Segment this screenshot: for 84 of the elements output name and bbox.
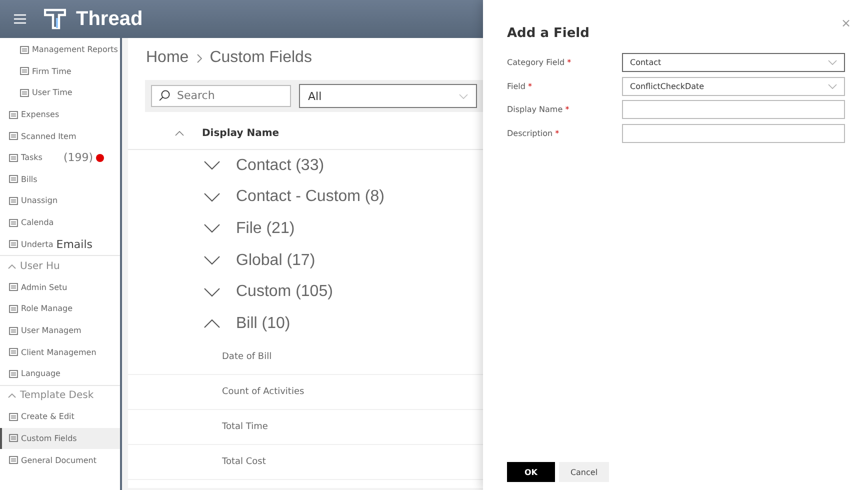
chevron-right-icon — [196, 54, 202, 62]
sidebar-item[interactable]: Admin Setu — [0, 276, 120, 298]
chevron-down-icon — [204, 192, 220, 202]
group-row[interactable]: Contact (33) — [128, 150, 483, 182]
section-heading: User Hu — [20, 260, 60, 272]
sidebar-item[interactable]: Management Reports — [0, 39, 120, 61]
chevron-up-icon — [8, 393, 16, 398]
field-label: Category Field * — [507, 58, 572, 68]
sidebar-item[interactable]: Firm Time — [0, 60, 120, 82]
panel-title: Add a Field — [507, 26, 590, 41]
item-icon — [20, 88, 29, 97]
item-icon — [9, 240, 18, 248]
menu-icon — [14, 14, 26, 24]
table-cell: Total Cost — [222, 456, 266, 467]
notification-dot — [96, 154, 104, 162]
item-icon — [9, 370, 18, 378]
chevron-down-icon — [204, 161, 220, 170]
item-icon — [9, 304, 18, 313]
item-icon — [9, 434, 18, 442]
chevron-down-icon — [828, 84, 837, 89]
sidebar-item[interactable]: Calenda — [0, 212, 120, 234]
chevron-up-icon — [8, 264, 16, 269]
count-label: (199) — [63, 151, 94, 164]
item-icon — [20, 46, 29, 54]
field-label: Description * — [507, 128, 560, 138]
chevron-down-icon — [204, 288, 220, 297]
item-icon — [9, 110, 18, 119]
dropdown-field[interactable]: ConflictCheckDate — [622, 76, 845, 96]
section-heading: Template Desk — [20, 390, 94, 402]
group-row[interactable]: Global (17) — [128, 244, 483, 276]
item-icon — [9, 412, 18, 421]
item-icon — [9, 175, 18, 184]
item-icon — [9, 196, 18, 205]
sidebar-item[interactable]: Tasks (199) — [0, 146, 120, 169]
sidebar-item[interactable]: Scanned Item — [0, 125, 120, 147]
input-field[interactable] — [622, 124, 845, 143]
sidebar-item[interactable]: Role Manage — [0, 298, 120, 320]
column-header[interactable]: Display Name — [202, 128, 280, 138]
item-icon — [9, 132, 18, 140]
item-icon — [9, 154, 18, 162]
sidebar-item[interactable]: User Managem — [0, 320, 120, 342]
sidebar-item[interactable]: Custom Fields — [0, 428, 120, 450]
group-row[interactable]: File (21) — [128, 213, 483, 245]
chevron-down-icon — [204, 256, 220, 266]
item-icon — [20, 67, 29, 76]
field-label: Field * — [507, 82, 534, 91]
breadcrumb-current: Custom Fields — [210, 49, 312, 67]
group-row[interactable]: Contact - Custom (8) — [128, 182, 483, 214]
table-cell: Count of Activities — [222, 386, 304, 397]
sidebar-item[interactable]: Expenses — [0, 104, 120, 126]
app-title: Thread — [76, 8, 143, 30]
group-row[interactable]: Custom (105) — [128, 276, 483, 308]
chevron-up-icon — [204, 319, 220, 328]
magnified-label: Emails — [56, 238, 93, 251]
cancel-button[interactable]: Cancel — [559, 462, 609, 482]
table-cell: Date of Bill — [222, 352, 272, 362]
sidebar-item[interactable]: User Time — [0, 82, 120, 104]
item-icon — [9, 326, 18, 335]
sidebar-item[interactable]: Bills — [0, 168, 120, 190]
search-field[interactable]: Search — [151, 84, 291, 106]
item-icon — [9, 456, 18, 464]
input-field[interactable] — [622, 100, 845, 120]
sort-caret-icon — [175, 130, 184, 136]
filter-dropdown[interactable]: All — [299, 84, 477, 108]
chevron-down-icon — [459, 94, 468, 98]
sidebar-item[interactable]: Underta Emails — [0, 233, 120, 255]
ok-button[interactable]: OK — [507, 462, 555, 482]
search-icon — [159, 90, 170, 101]
sidebar-item[interactable]: General Document — [0, 449, 120, 471]
field-label: Display Name * — [507, 105, 570, 114]
sidebar-item[interactable]: Create & Edit — [0, 406, 120, 428]
breadcrumb-link[interactable]: Home — [146, 49, 189, 67]
item-icon — [9, 218, 18, 227]
sidebar-item[interactable]: Language — [0, 362, 120, 384]
logo-icon — [44, 8, 66, 30]
sidebar-item[interactable]: Unassign — [0, 190, 120, 212]
chevron-down-icon — [828, 60, 837, 66]
chevron-down-icon — [204, 224, 220, 234]
dropdown-field[interactable]: Contact — [622, 53, 845, 72]
group-row[interactable]: Bill (10) — [128, 308, 483, 340]
sidebar-item[interactable]: Client Managemen — [0, 341, 120, 363]
item-icon — [9, 283, 18, 292]
item-icon — [9, 348, 18, 356]
table-cell: Total Time — [222, 422, 268, 432]
